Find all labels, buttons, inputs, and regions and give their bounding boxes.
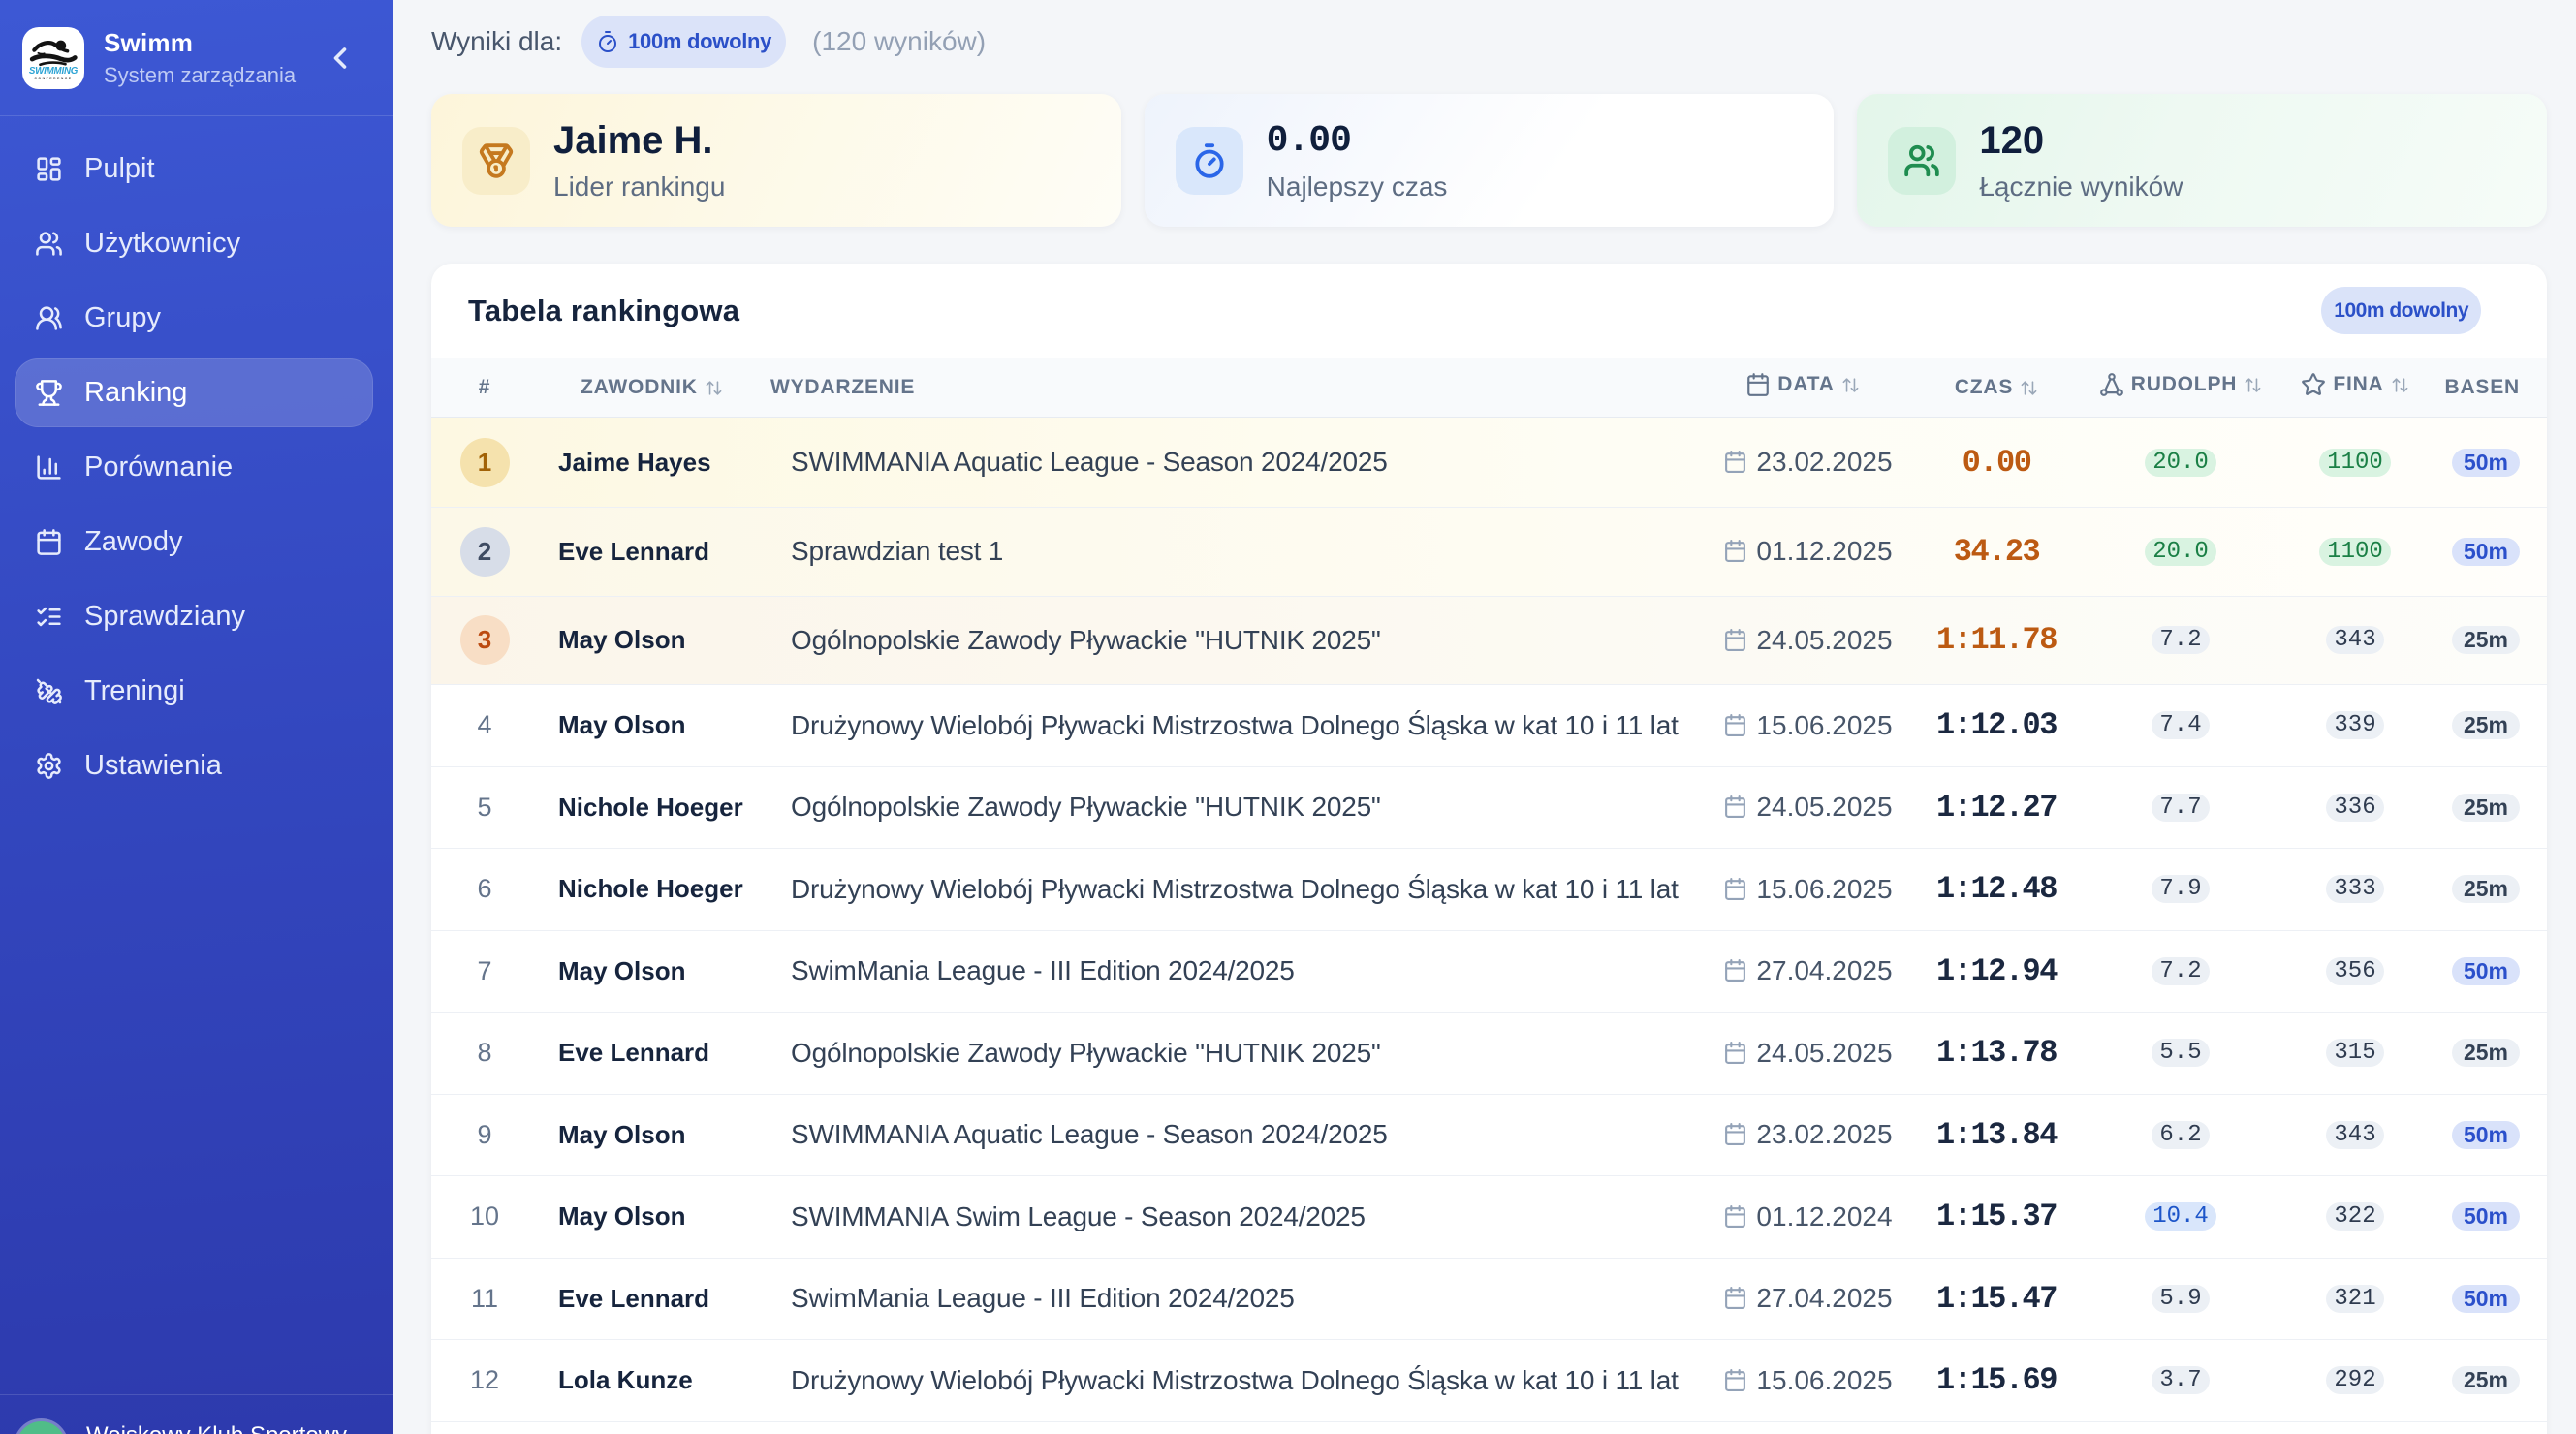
- svg-text:CONFERENCE: CONFERENCE: [34, 76, 72, 79]
- svg-text:SWIMMING: SWIMMING: [29, 66, 79, 77]
